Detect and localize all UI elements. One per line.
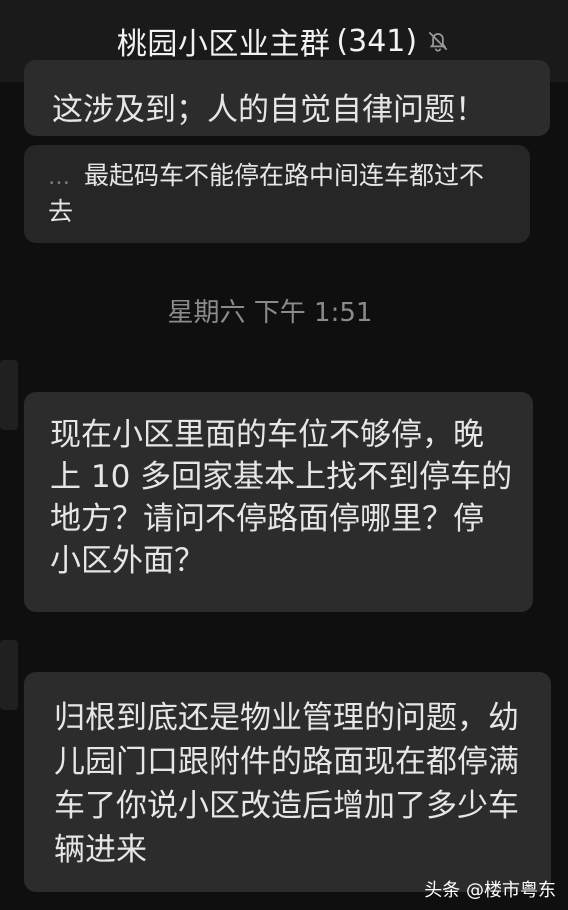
quoted-message-bubble[interactable]: … 最起码车不能停在路中间连车都过不去 — [24, 145, 530, 243]
quote-prefix: … — [48, 165, 70, 190]
message-text: 现在小区里面的车位不够停，晚上 10 多回家基本上找不到停车的地方？请问不停路面… — [50, 417, 513, 579]
message-text: 最起码车不能停在路中间连车都过不去 — [48, 161, 485, 226]
timestamp: 星期六 下午 1:51 — [167, 298, 373, 328]
watermark: 头条 @楼市粤东 — [424, 880, 556, 901]
message-bubble[interactable]: 这涉及到；人的自觉自律问题！ — [24, 60, 550, 136]
message-bubble[interactable]: 现在小区里面的车位不够停，晚上 10 多回家基本上找不到停车的地方？请问不停路面… — [24, 392, 533, 612]
avatar[interactable] — [0, 640, 18, 710]
bell-off-icon — [425, 28, 451, 54]
message-text: 这涉及到；人的自觉自律问题！ — [52, 92, 486, 128]
group-title[interactable]: 桃园小区业主群 — [117, 19, 331, 63]
member-count: (341) — [336, 23, 418, 59]
message-text: 归根到底还是物业管理的问题，幼儿园门口跟附件的路面现在都停满车了你说小区改造后增… — [54, 700, 519, 868]
avatar[interactable] — [0, 360, 18, 430]
message-bubble[interactable]: 归根到底还是物业管理的问题，幼儿园门口跟附件的路面现在都停满车了你说小区改造后增… — [24, 672, 551, 892]
